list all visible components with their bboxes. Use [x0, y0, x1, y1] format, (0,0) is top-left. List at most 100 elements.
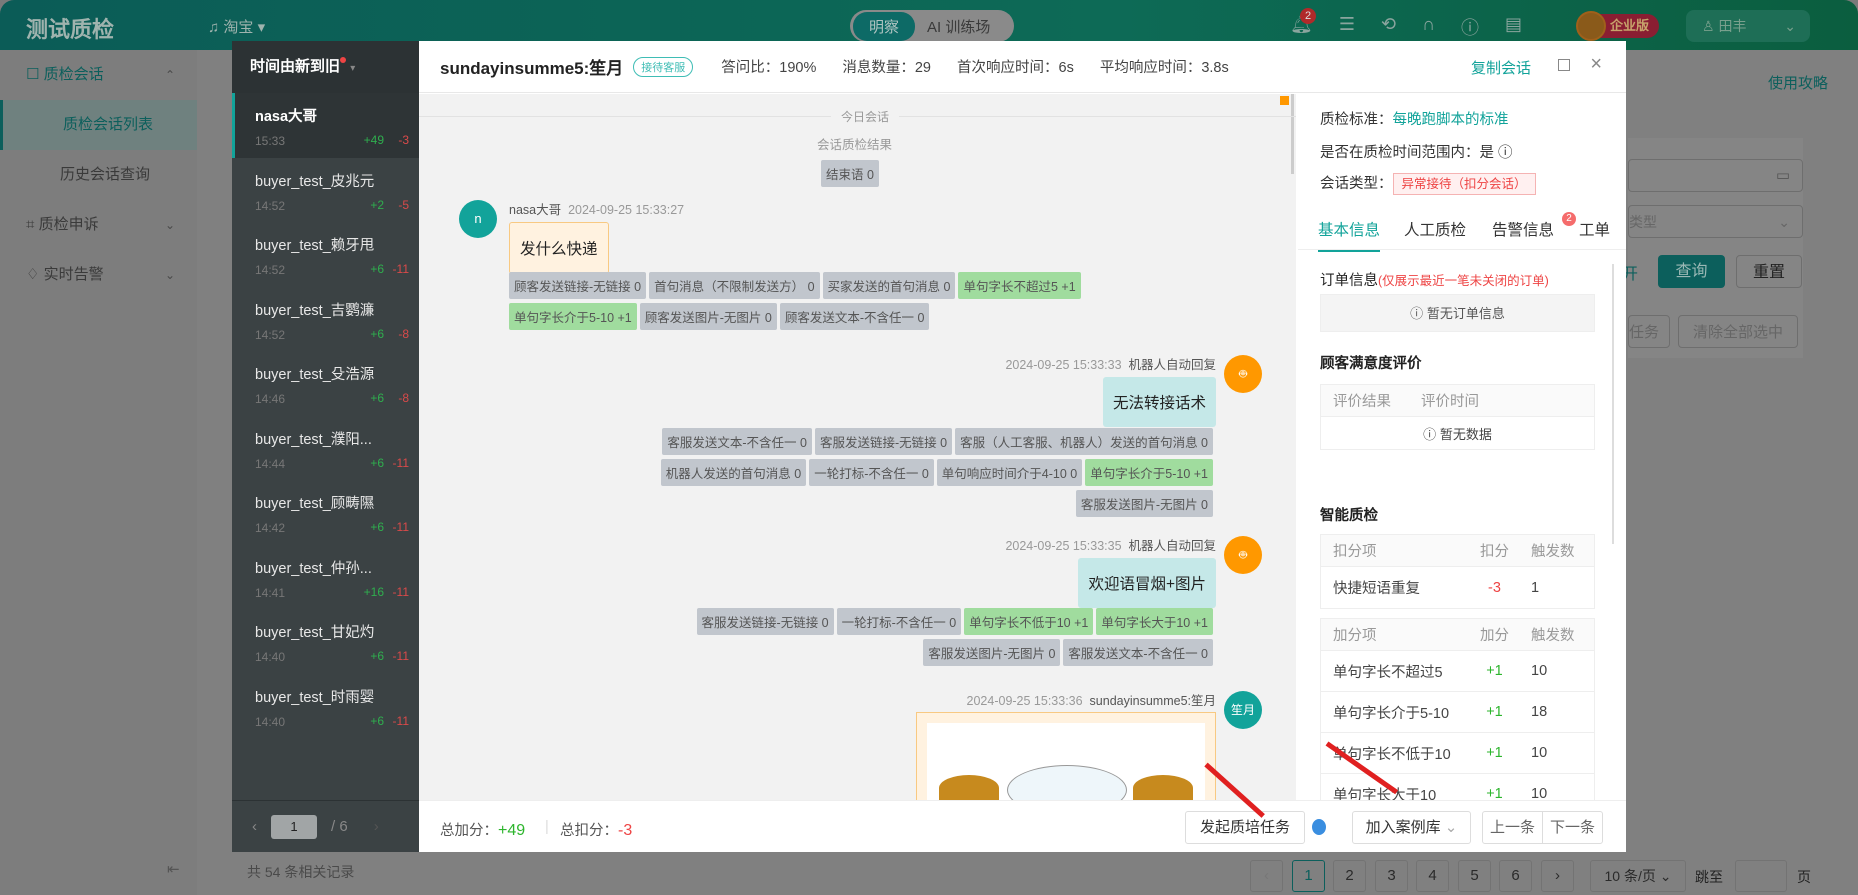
image-message[interactable]: [916, 712, 1216, 800]
qc-rule-tag: 客服（人工客服、机器人）发送的首句消息 0: [955, 428, 1213, 455]
minus-score: -8: [398, 391, 409, 405]
query-button[interactable]: 查询: [1658, 255, 1725, 288]
tab-work-order[interactable]: 工单: [1579, 218, 1610, 240]
conversation-item[interactable]: nasa大哥 15:33 +49 -3: [232, 93, 419, 158]
page-4[interactable]: 4: [1416, 860, 1449, 892]
conversation-time: 14:41: [255, 585, 286, 600]
copy-session-link[interactable]: 复制会话: [1471, 57, 1531, 78]
sync-icon[interactable]: ⟲: [1381, 14, 1396, 40]
mode-mingcha[interactable]: 明察: [853, 11, 916, 41]
conversation-item[interactable]: buyer_test_皮兆元 14:52 +2 -5: [232, 158, 419, 223]
page-1[interactable]: 1: [1292, 860, 1325, 892]
conversation-name: nasa大哥: [255, 109, 318, 125]
conversation-item[interactable]: buyer_test_吉鹦濂 14:52 +6 -8: [232, 287, 419, 352]
qc-rule-tag: 首句消息（不限制发送方） 0: [649, 272, 820, 299]
appeal-icon: ⌗: [26, 216, 35, 233]
conversation-item[interactable]: buyer_test_赖牙甩 14:52 +6 -11: [232, 222, 419, 287]
prev-session-button[interactable]: 上一条: [1482, 811, 1543, 844]
session-title: sundayinsumme5:笙月: [440, 59, 624, 78]
tab-alerts[interactable]: 告警信息: [1492, 218, 1554, 240]
sidebar-item-session-list[interactable]: 质检会话列表: [0, 100, 197, 150]
next-page-button[interactable]: ›: [1541, 860, 1574, 892]
conversation-item[interactable]: buyer_test_仲孙... 14:41 +16 -11: [232, 545, 419, 610]
user-menu[interactable]: ♙ 田丰 ⌄: [1686, 10, 1810, 42]
sidebar-item-history[interactable]: 历史会话查询: [0, 150, 197, 200]
conversation-time: 14:40: [255, 650, 286, 664]
table-row: 单句字长不超过5 +1 10: [1321, 651, 1594, 692]
qc-rule-tag: 单句字长介于5-10 +1: [509, 303, 637, 330]
table-row: 快捷短语重复 -3 1: [1333, 579, 1540, 598]
maximize-icon[interactable]: [1558, 59, 1570, 71]
tab-manual-qc[interactable]: 人工质检: [1404, 218, 1466, 240]
headset-icon[interactable]: ∩: [1422, 14, 1435, 40]
chat-scrollbar[interactable]: [1291, 94, 1294, 174]
page-5[interactable]: 5: [1458, 860, 1491, 892]
prev-icon[interactable]: ‹: [252, 818, 257, 835]
next-icon[interactable]: ›: [374, 818, 379, 835]
conversation-item[interactable]: buyer_test_殳浩源 14:46 +6 -8: [232, 351, 419, 416]
type-select[interactable]: 类型 ⌄: [1628, 205, 1803, 238]
date-range-input[interactable]: ▭: [1628, 159, 1803, 192]
standard-link[interactable]: 每晚跑脚本的标准: [1393, 112, 1509, 128]
help-icon[interactable]: ⓘ: [1461, 14, 1479, 40]
batch-task-button[interactable]: 任务: [1628, 315, 1670, 348]
document-icon[interactable]: ▤: [1505, 14, 1522, 40]
plus-score: +2: [370, 197, 384, 212]
qc-rule-tag: 买家发送的首句消息 0: [822, 272, 956, 299]
plus-score: +6: [370, 649, 384, 663]
minus-score: -11: [392, 713, 409, 728]
collapse-icon[interactable]: ⇤: [167, 860, 180, 878]
agent-avatar: 笙月: [1224, 691, 1262, 729]
session-detail-panel: sundayinsumme5:笙月 接待客服 答问比：190% 消息数量：29 …: [419, 41, 1626, 852]
add-to-case-library-button[interactable]: 加入案例库 ⌄: [1352, 811, 1471, 844]
sender-name: 机器人自动回复: [1128, 358, 1216, 372]
sidebar-item-alerts[interactable]: ♢ 实时告警 ⌄: [0, 250, 197, 300]
conversation-item[interactable]: buyer_test_时雨婴 14:40 +6 -11: [232, 674, 419, 739]
conversation-item[interactable]: buyer_test_濮阳... 14:44 +6 -11: [232, 416, 419, 481]
today-label: 今日会话: [831, 108, 900, 125]
conversation-list: 时间由新到旧 ▾ nasa大哥 15:33 +49 -3 buyer_test_皮兆元 1…: [232, 41, 419, 852]
next-session-button[interactable]: 下一条: [1542, 811, 1603, 844]
notification-badge: 2: [1300, 8, 1316, 24]
reset-button[interactable]: 重置: [1736, 255, 1802, 288]
satisfaction-title: 顾客满意度评价: [1320, 356, 1422, 372]
tab-basic-info[interactable]: 基本信息: [1318, 218, 1381, 252]
page-3[interactable]: 3: [1375, 860, 1408, 892]
conversation-name: buyer_test_皮兆元: [255, 173, 375, 190]
info-scrollbar[interactable]: [1612, 264, 1614, 544]
sender-name: nasa大哥: [509, 203, 562, 217]
total-records: 共 54 条相关记录: [247, 864, 355, 880]
page-input[interactable]: 1: [271, 814, 317, 839]
plus-score: +49: [363, 133, 384, 147]
prev-page-button[interactable]: ‹: [1250, 860, 1283, 892]
message-bubble: 发什么快递: [509, 222, 609, 274]
sidebar-item-appeal[interactable]: ⌗ 质检申诉 ⌄: [0, 200, 197, 250]
assistant-icon[interactable]: [1312, 819, 1326, 835]
page-6[interactable]: 6: [1499, 860, 1532, 892]
qc-rule-tag: 客服发送图片-无图片 0: [923, 639, 1061, 666]
guide-link[interactable]: 使用攻略: [1768, 72, 1828, 93]
jump-input[interactable]: [1735, 860, 1787, 892]
marker-dot: [1280, 96, 1289, 105]
conversation-item[interactable]: buyer_test_甘妃灼 14:40 +6 -11: [232, 609, 419, 674]
start-training-task-button[interactable]: 发起质培任务: [1185, 811, 1305, 844]
conversation-time: 14:52: [255, 327, 286, 342]
clear-selection-button[interactable]: 清除全部选中: [1678, 315, 1798, 348]
message-bubble: 欢迎语冒烟+图片: [1078, 558, 1216, 608]
shop-selector[interactable]: ♫ 淘宝 ▾: [208, 16, 265, 37]
session-type-tag: 异常接待（扣分会话）: [1392, 173, 1536, 195]
conversation-item[interactable]: buyer_test_顾畴隰 14:42 +6 -11: [232, 480, 419, 545]
mode-toggle[interactable]: 明察 AI 训练场: [850, 10, 1014, 42]
mode-ai-training[interactable]: AI 训练场: [915, 12, 1002, 41]
close-icon[interactable]: ×: [1590, 53, 1602, 76]
sidebar-item-qc-sessions[interactable]: ☐ 质检会话 ⌃: [0, 50, 197, 100]
plus-score: +6: [370, 520, 384, 534]
page-size-select[interactable]: 10 条/页 ⌄: [1590, 860, 1686, 892]
conversation-name: buyer_test_时雨婴: [255, 689, 375, 706]
bell-icon[interactable]: 🔔︎ 2: [1290, 8, 1316, 40]
sort-selector[interactable]: 时间由新到旧 ▾: [232, 41, 419, 93]
plus-score: +16: [363, 584, 384, 599]
info-icon[interactable]: ⓘ: [1498, 145, 1513, 161]
menu-icon[interactable]: ☰: [1339, 14, 1355, 40]
page-2[interactable]: 2: [1333, 860, 1366, 892]
